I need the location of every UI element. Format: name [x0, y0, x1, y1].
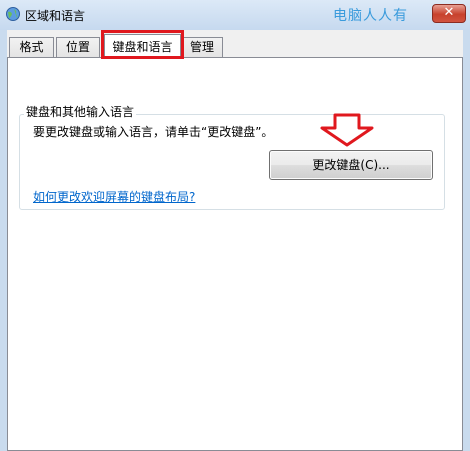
tab-page: 键盘和其他输入语言 要更改键盘或输入语言，请单击“更改键盘”。 更改键盘(C).…: [7, 57, 463, 451]
group-title: 键盘和其他输入语言: [24, 103, 137, 120]
down-arrow-icon: [320, 113, 374, 147]
group-description: 要更改键盘或输入语言，请单击“更改键盘”。: [33, 125, 274, 139]
tab-location[interactable]: 位置: [56, 37, 100, 58]
watermark-text: 电脑人人有: [333, 8, 408, 24]
dialog-client-area: 格式 位置 键盘和语言 管理 键盘和其他输入语言 要更改键盘或输入语言，请单击“…: [7, 30, 463, 451]
tab-administrative[interactable]: 管理: [181, 37, 223, 58]
title-bar[interactable]: 区域和语言 电脑人人有 ✕: [0, 0, 470, 30]
tab-format[interactable]: 格式: [9, 37, 54, 58]
tab-keyboards-languages[interactable]: 键盘和语言: [104, 34, 181, 59]
welcome-screen-keyboard-help-link[interactable]: 如何更改欢迎屏幕的键盘布局?: [33, 188, 195, 205]
change-keyboards-button[interactable]: 更改键盘(C)...: [269, 150, 433, 180]
close-button[interactable]: ✕: [432, 4, 466, 23]
window-title: 区域和语言: [25, 9, 86, 23]
tab-strip: 格式 位置 键盘和语言 管理: [7, 30, 463, 59]
globe-icon: [6, 7, 20, 21]
